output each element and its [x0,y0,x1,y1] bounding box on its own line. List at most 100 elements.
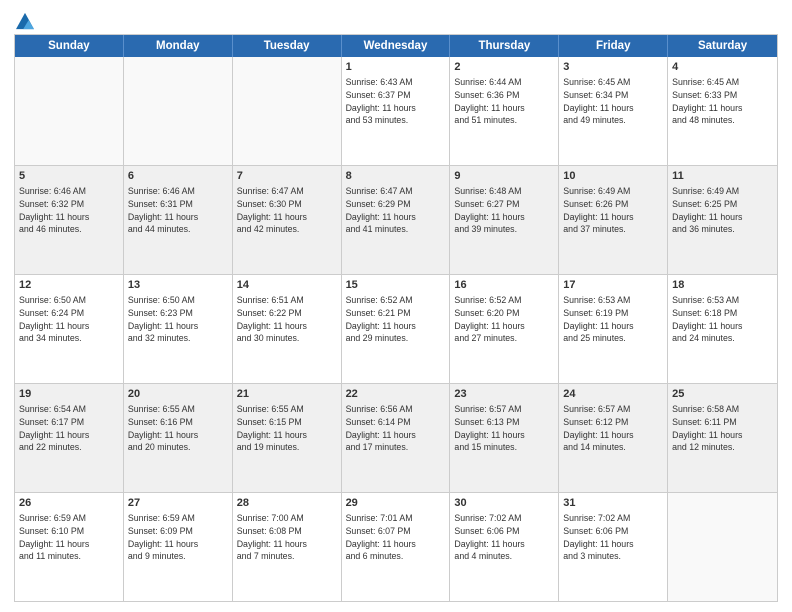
day-number: 5 [19,169,119,184]
cell-info: Sunrise: 6:51 AM Sunset: 6:22 PM Dayligh… [237,295,307,344]
cal-cell-day-25: 25 Sunrise: 6:58 AM Sunset: 6:11 PM Dayli… [668,384,777,492]
day-number: 21 [237,387,337,402]
cal-cell-day-1: 1 Sunrise: 6:43 AM Sunset: 6:37 PM Daylig… [342,57,451,165]
day-number: 14 [237,278,337,293]
day-number: 1 [346,60,446,75]
day-number: 8 [346,169,446,184]
cell-info: Sunrise: 6:54 AM Sunset: 6:17 PM Dayligh… [19,404,89,453]
day-number: 4 [672,60,773,75]
cal-cell-day-8: 8 Sunrise: 6:47 AM Sunset: 6:29 PM Daylig… [342,166,451,274]
day-number: 15 [346,278,446,293]
cal-cell-day-6: 6 Sunrise: 6:46 AM Sunset: 6:31 PM Daylig… [124,166,233,274]
cell-info: Sunrise: 7:02 AM Sunset: 6:06 PM Dayligh… [454,513,524,562]
cell-info: Sunrise: 6:53 AM Sunset: 6:18 PM Dayligh… [672,295,742,344]
day-number: 30 [454,496,554,511]
day-number: 9 [454,169,554,184]
day-number: 18 [672,278,773,293]
day-number: 25 [672,387,773,402]
cal-cell-day-7: 7 Sunrise: 6:47 AM Sunset: 6:30 PM Daylig… [233,166,342,274]
cell-info: Sunrise: 6:43 AM Sunset: 6:37 PM Dayligh… [346,77,416,126]
cal-week-1: 1 Sunrise: 6:43 AM Sunset: 6:37 PM Daylig… [15,57,777,166]
cal-cell-empty [124,57,233,165]
cell-info: Sunrise: 6:47 AM Sunset: 6:29 PM Dayligh… [346,186,416,235]
day-number: 29 [346,496,446,511]
day-number: 31 [563,496,663,511]
day-number: 26 [19,496,119,511]
cal-cell-day-17: 17Sunrise: 6:53 AM Sunset: 6:19 PM Dayli… [559,275,668,383]
calendar-body: 1 Sunrise: 6:43 AM Sunset: 6:37 PM Daylig… [15,57,777,601]
cal-cell-day-15: 15Sunrise: 6:52 AM Sunset: 6:21 PM Dayli… [342,275,451,383]
cell-info: Sunrise: 6:49 AM Sunset: 6:26 PM Dayligh… [563,186,633,235]
day-number: 3 [563,60,663,75]
cal-cell-day-23: 23 Sunrise: 6:57 AM Sunset: 6:13 PM Dayli… [450,384,559,492]
cell-info: Sunrise: 6:48 AM Sunset: 6:27 PM Dayligh… [454,186,524,235]
day-number: 12 [19,278,119,293]
cal-cell-day-22: 22 Sunrise: 6:56 AM Sunset: 6:14 PM Dayli… [342,384,451,492]
col-header-wednesday: Wednesday [342,35,451,57]
cell-info: Sunrise: 6:57 AM Sunset: 6:13 PM Dayligh… [454,404,524,453]
cell-info: Sunrise: 6:56 AM Sunset: 6:14 PM Dayligh… [346,404,416,453]
cal-cell-day-10: 10Sunrise: 6:49 AM Sunset: 6:26 PM Dayli… [559,166,668,274]
day-number: 19 [19,387,119,402]
cal-cell-day-20: 20 Sunrise: 6:55 AM Sunset: 6:16 PM Dayli… [124,384,233,492]
page: SundayMondayTuesdayWednesdayThursdayFrid… [0,0,792,612]
cell-info: Sunrise: 6:52 AM Sunset: 6:20 PM Dayligh… [454,295,524,344]
cell-info: Sunrise: 6:58 AM Sunset: 6:11 PM Dayligh… [672,404,742,453]
day-number: 27 [128,496,228,511]
cal-cell-day-28: 28 Sunrise: 7:00 AM Sunset: 6:08 PM Dayli… [233,493,342,601]
day-number: 7 [237,169,337,184]
cal-cell-day-29: 29 Sunrise: 7:01 AM Sunset: 6:07 PM Dayli… [342,493,451,601]
cal-cell-empty [15,57,124,165]
calendar-header-row: SundayMondayTuesdayWednesdayThursdayFrid… [15,35,777,57]
cal-cell-day-30: 30 Sunrise: 7:02 AM Sunset: 6:06 PM Dayli… [450,493,559,601]
cell-info: Sunrise: 6:45 AM Sunset: 6:33 PM Dayligh… [672,77,742,126]
cal-week-4: 19 Sunrise: 6:54 AM Sunset: 6:17 PM Dayli… [15,384,777,493]
cell-info: Sunrise: 6:47 AM Sunset: 6:30 PM Dayligh… [237,186,307,235]
cell-info: Sunrise: 7:00 AM Sunset: 6:08 PM Dayligh… [237,513,307,562]
cell-info: Sunrise: 6:55 AM Sunset: 6:16 PM Dayligh… [128,404,198,453]
cal-week-3: 12 Sunrise: 6:50 AM Sunset: 6:24 PM Dayli… [15,275,777,384]
cal-cell-day-4: 4 Sunrise: 6:45 AM Sunset: 6:33 PM Daylig… [668,57,777,165]
cell-info: Sunrise: 6:55 AM Sunset: 6:15 PM Dayligh… [237,404,307,453]
cal-cell-day-2: 2 Sunrise: 6:44 AM Sunset: 6:36 PM Daylig… [450,57,559,165]
cal-cell-day-11: 11Sunrise: 6:49 AM Sunset: 6:25 PM Dayli… [668,166,777,274]
day-number: 22 [346,387,446,402]
cell-info: Sunrise: 7:01 AM Sunset: 6:07 PM Dayligh… [346,513,416,562]
cal-cell-day-27: 27 Sunrise: 6:59 AM Sunset: 6:09 PM Dayli… [124,493,233,601]
cell-info: Sunrise: 6:57 AM Sunset: 6:12 PM Dayligh… [563,404,633,453]
col-header-sunday: Sunday [15,35,124,57]
logo [14,12,34,26]
cal-cell-day-26: 26 Sunrise: 6:59 AM Sunset: 6:10 PM Dayli… [15,493,124,601]
day-number: 17 [563,278,663,293]
cell-info: Sunrise: 6:50 AM Sunset: 6:24 PM Dayligh… [19,295,89,344]
cal-cell-day-19: 19 Sunrise: 6:54 AM Sunset: 6:17 PM Dayli… [15,384,124,492]
day-number: 28 [237,496,337,511]
col-header-saturday: Saturday [668,35,777,57]
cell-info: Sunrise: 6:59 AM Sunset: 6:09 PM Dayligh… [128,513,198,562]
cal-cell-day-9: 9 Sunrise: 6:48 AM Sunset: 6:27 PM Daylig… [450,166,559,274]
cal-cell-day-31: 31Sunrise: 7:02 AM Sunset: 6:06 PM Dayli… [559,493,668,601]
col-header-thursday: Thursday [450,35,559,57]
cal-cell-day-12: 12 Sunrise: 6:50 AM Sunset: 6:24 PM Dayli… [15,275,124,383]
cal-cell-day-14: 14 Sunrise: 6:51 AM Sunset: 6:22 PM Dayli… [233,275,342,383]
cal-cell-day-13: 13Sunrise: 6:50 AM Sunset: 6:23 PM Dayli… [124,275,233,383]
calendar: SundayMondayTuesdayWednesdayThursdayFrid… [14,34,778,602]
day-number: 2 [454,60,554,75]
day-number: 13 [128,278,228,293]
day-number: 6 [128,169,228,184]
cell-info: Sunrise: 6:59 AM Sunset: 6:10 PM Dayligh… [19,513,89,562]
cell-info: Sunrise: 6:46 AM Sunset: 6:31 PM Dayligh… [128,186,198,235]
cal-cell-day-16: 16Sunrise: 6:52 AM Sunset: 6:20 PM Dayli… [450,275,559,383]
header [14,12,778,26]
cal-cell-day-18: 18 Sunrise: 6:53 AM Sunset: 6:18 PM Dayli… [668,275,777,383]
col-header-friday: Friday [559,35,668,57]
day-number: 20 [128,387,228,402]
cal-cell-day-5: 5Sunrise: 6:46 AM Sunset: 6:32 PM Daylig… [15,166,124,274]
day-number: 11 [672,169,773,184]
cal-cell-empty [233,57,342,165]
day-number: 23 [454,387,554,402]
cal-week-2: 5Sunrise: 6:46 AM Sunset: 6:32 PM Daylig… [15,166,777,275]
cell-info: Sunrise: 6:44 AM Sunset: 6:36 PM Dayligh… [454,77,524,126]
col-header-monday: Monday [124,35,233,57]
logo-icon [16,12,34,30]
